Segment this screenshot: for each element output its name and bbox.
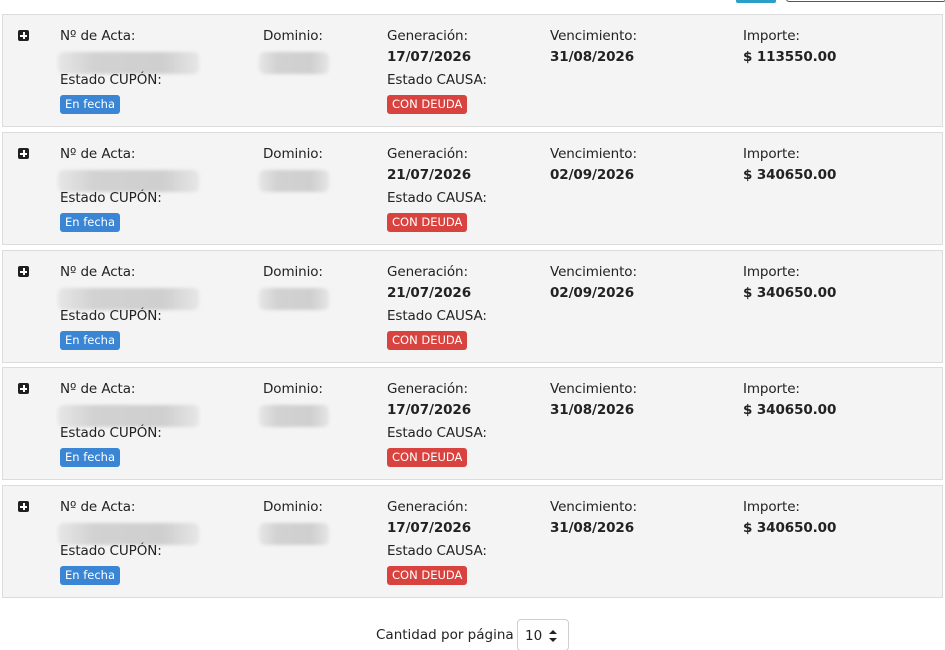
- dominio-value-redacted: [259, 170, 329, 192]
- importe-value: $ 340650.00: [743, 285, 837, 301]
- importe-label: Importe:: [743, 146, 800, 162]
- record-card: Nº de Acta: Dominio: Generación: 21/07/2026…: [2, 132, 943, 245]
- estado-causa-badge: CON DEUDA: [387, 448, 468, 467]
- acta-label: Nº de Acta:: [60, 28, 136, 44]
- acta-value-redacted: [58, 170, 199, 192]
- dominio-value-redacted: [259, 523, 329, 545]
- record-card: Nº de Acta: Dominio: Generación: 21/07/2026…: [2, 250, 943, 363]
- dominio-label: Dominio:: [263, 499, 323, 515]
- vencimiento-value: 31/08/2026: [550, 49, 635, 65]
- generacion-value: 21/07/2026: [387, 167, 472, 183]
- generacion-value: 17/07/2026: [387, 49, 472, 65]
- vencimiento-value: 31/08/2026: [550, 520, 635, 536]
- estado-cupon-badge: En fecha: [60, 566, 120, 585]
- record-card: Nº de Acta: Dominio: Generación: 17/07/2026…: [2, 14, 943, 127]
- estado-causa-badge: CON DEUDA: [387, 95, 468, 114]
- dominio-value-redacted: [259, 52, 329, 74]
- vencimiento-label: Vencimiento:: [550, 264, 637, 280]
- acta-label: Nº de Acta:: [60, 381, 136, 397]
- generacion-label: Generación:: [387, 499, 468, 515]
- generacion-label: Generación:: [387, 146, 468, 162]
- estado-cupon-badge: En fecha: [60, 331, 120, 350]
- generacion-value: 17/07/2026: [387, 402, 472, 418]
- estado-causa-label: Estado CAUSA:: [387, 190, 487, 206]
- estado-causa-badge: CON DEUDA: [387, 566, 468, 585]
- acta-value-redacted: [58, 52, 199, 74]
- acta-value-redacted: [58, 523, 199, 545]
- estado-causa-label: Estado CAUSA:: [387, 543, 487, 559]
- importe-value: $ 340650.00: [743, 402, 837, 418]
- plus-square-icon[interactable]: [18, 30, 29, 41]
- acta-label: Nº de Acta:: [60, 499, 136, 515]
- acta-value-redacted: [58, 288, 199, 310]
- estado-causa-label: Estado CAUSA:: [387, 308, 487, 324]
- generacion-value: 21/07/2026: [387, 285, 472, 301]
- estado-cupon-badge: En fecha: [60, 448, 120, 467]
- vencimiento-label: Vencimiento:: [550, 146, 637, 162]
- dominio-label: Dominio:: [263, 264, 323, 280]
- estado-cupon-label: Estado CUPÓN:: [60, 308, 162, 324]
- vencimiento-value: 02/09/2026: [550, 167, 635, 183]
- dominio-value-redacted: [259, 405, 329, 427]
- importe-value: $ 340650.00: [743, 167, 837, 183]
- page-size-value: 10: [525, 628, 543, 644]
- estado-cupon-badge: En fecha: [60, 213, 120, 232]
- vencimiento-label: Vencimiento:: [550, 28, 637, 44]
- top-input-box[interactable]: [786, 0, 945, 2]
- estado-causa-badge: CON DEUDA: [387, 331, 468, 350]
- plus-square-icon[interactable]: [18, 501, 29, 512]
- importe-value: $ 113550.00: [743, 49, 837, 65]
- importe-value: $ 340650.00: [743, 520, 837, 536]
- page: Nº de Acta: Dominio: Generación: 17/07/2026…: [0, 0, 945, 650]
- plus-square-icon[interactable]: [18, 148, 29, 159]
- acta-label: Nº de Acta:: [60, 146, 136, 162]
- dominio-label: Dominio:: [263, 381, 323, 397]
- generacion-label: Generación:: [387, 264, 468, 280]
- generacion-value: 17/07/2026: [387, 520, 472, 536]
- vencimiento-value: 02/09/2026: [550, 285, 635, 301]
- record-card: Nº de Acta: Dominio: Generación: 17/07/2026…: [2, 367, 943, 480]
- dominio-label: Dominio:: [263, 146, 323, 162]
- importe-label: Importe:: [743, 264, 800, 280]
- dominio-value-redacted: [259, 288, 329, 310]
- importe-label: Importe:: [743, 381, 800, 397]
- importe-label: Importe:: [743, 28, 800, 44]
- acta-label: Nº de Acta:: [60, 264, 136, 280]
- estado-cupon-label: Estado CUPÓN:: [60, 425, 162, 441]
- generacion-label: Generación:: [387, 381, 468, 397]
- record-card: Nº de Acta: Dominio: Generación: 17/07/2026…: [2, 485, 943, 598]
- vencimiento-value: 31/08/2026: [550, 402, 635, 418]
- page-size-label: Cantidad por página: [376, 627, 514, 643]
- importe-label: Importe:: [743, 499, 800, 515]
- plus-square-icon[interactable]: [18, 266, 29, 277]
- plus-square-icon[interactable]: [18, 383, 29, 394]
- vencimiento-label: Vencimiento:: [550, 381, 637, 397]
- estado-cupon-label: Estado CUPÓN:: [60, 72, 162, 88]
- page-size-select[interactable]: 10: [517, 619, 569, 650]
- dominio-label: Dominio:: [263, 28, 323, 44]
- estado-causa-badge: CON DEUDA: [387, 213, 468, 232]
- sort-arrows-icon: [549, 630, 557, 642]
- estado-causa-label: Estado CAUSA:: [387, 425, 487, 441]
- top-accent-button[interactable]: [736, 0, 776, 3]
- estado-causa-label: Estado CAUSA:: [387, 72, 487, 88]
- estado-cupon-label: Estado CUPÓN:: [60, 543, 162, 559]
- estado-cupon-label: Estado CUPÓN:: [60, 190, 162, 206]
- generacion-label: Generación:: [387, 28, 468, 44]
- vencimiento-label: Vencimiento:: [550, 499, 637, 515]
- acta-value-redacted: [58, 405, 199, 427]
- estado-cupon-badge: En fecha: [60, 95, 120, 114]
